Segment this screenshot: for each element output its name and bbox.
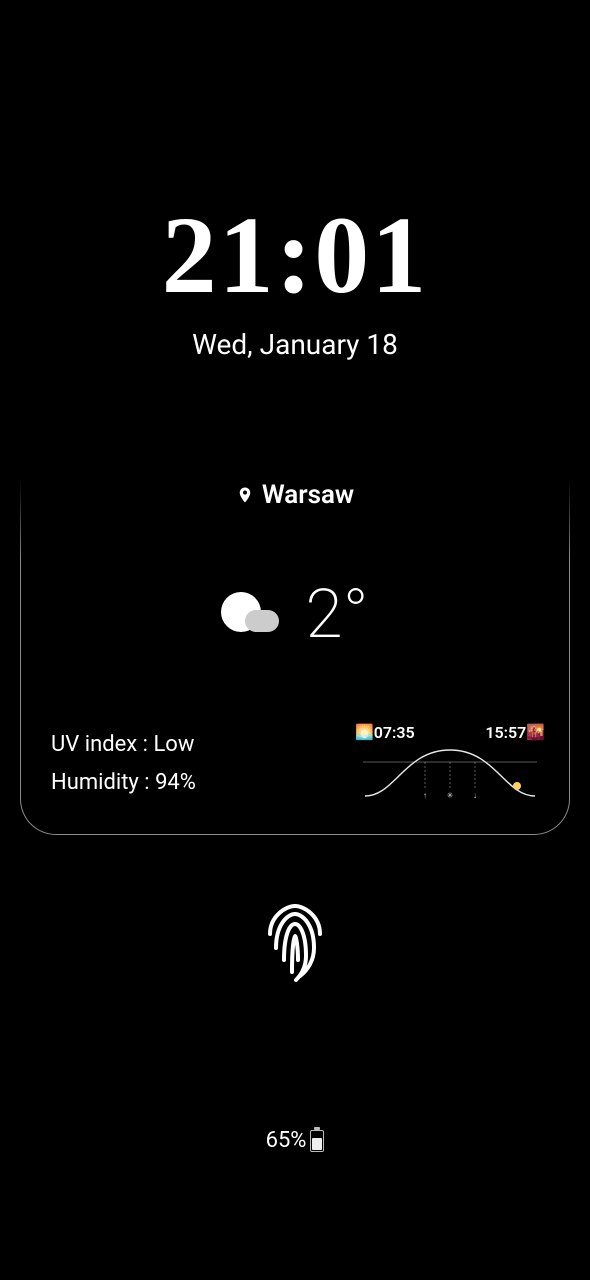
- sunrise-time: 07:35: [374, 723, 415, 742]
- battery-status: 65%: [0, 1128, 590, 1153]
- uv-index: UV index : Low: [51, 726, 196, 763]
- weather-detail-text: UV index : Low Humidity : 94%: [51, 726, 196, 801]
- clock-date: Wed, January 18: [0, 328, 590, 361]
- battery-percent: 65%: [266, 1128, 307, 1153]
- sunset-time: 15:57: [485, 723, 526, 742]
- fingerprint-unlock[interactable]: [256, 900, 334, 990]
- battery-icon: [310, 1130, 324, 1152]
- weather-location-row: Warsaw: [45, 480, 545, 510]
- sunrise-icon: 🌅: [355, 725, 374, 740]
- svg-text:✳: ✳: [447, 791, 454, 800]
- sunset-icon: 🌇: [526, 725, 545, 740]
- cloudy-icon: [221, 592, 281, 636]
- weather-widget[interactable]: Warsaw 2° UV index : Low Humidity : 94% …: [20, 480, 570, 835]
- location-pin-icon: [236, 484, 254, 506]
- weather-detail-row: UV index : Low Humidity : 94% 🌅 07:35 15…: [51, 723, 545, 804]
- sun-curve-icon: ↑ ✳ ↓: [355, 744, 545, 800]
- weather-temperature: 2°: [305, 580, 368, 648]
- weather-city: Warsaw: [262, 480, 354, 510]
- clock-time: 21:01: [0, 200, 590, 310]
- weather-current-row: 2°: [45, 580, 545, 648]
- sun-path-graph: 🌅 07:35 15:57 🌇 ↑ ✳ ↓: [355, 723, 545, 804]
- clock-block: 21:01 Wed, January 18: [0, 200, 590, 361]
- humidity: Humidity : 94%: [51, 764, 196, 801]
- svg-text:↓: ↓: [473, 791, 477, 800]
- fingerprint-icon: [256, 900, 334, 986]
- svg-text:↑: ↑: [423, 791, 427, 800]
